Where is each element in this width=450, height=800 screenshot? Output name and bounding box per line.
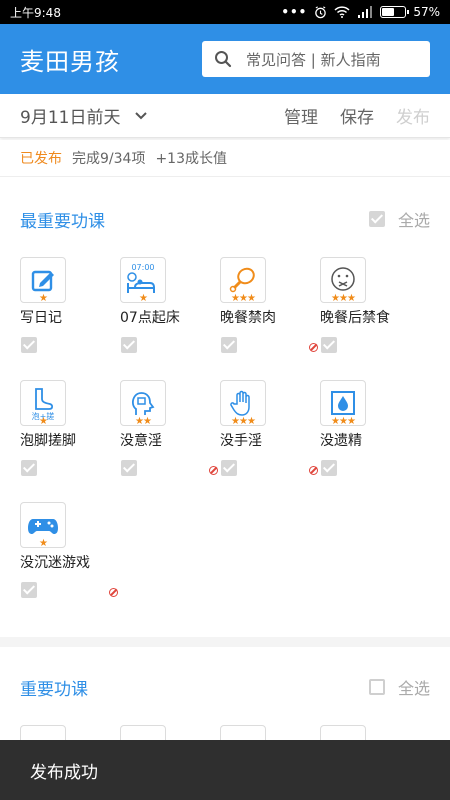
growth-value: +13成长值 — [155, 151, 227, 167]
date-label: 9月11日前天 — [20, 108, 121, 128]
star-rating: ★ — [39, 293, 48, 304]
chevron-down-icon — [135, 111, 148, 119]
forbidden-icon — [309, 343, 318, 352]
status-bar: 上午9:48 ••• 57% — [0, 0, 450, 24]
lesson-checkbox[interactable] — [221, 460, 237, 476]
section-header: 重要功课 全选 — [20, 675, 430, 700]
lesson-label: 没沉迷游戏 — [20, 555, 90, 571]
lesson-label: 写日记 — [20, 310, 62, 326]
search-box[interactable]: 常见问答 | 新人指南 — [202, 41, 430, 77]
completion-count: 完成9/34项 — [72, 151, 146, 167]
battery-icon — [380, 6, 410, 18]
lesson-tile[interactable] — [220, 725, 266, 740]
lesson-tile[interactable] — [120, 725, 166, 740]
lesson-tile[interactable] — [20, 725, 66, 740]
lesson-checkbox[interactable] — [21, 460, 37, 476]
app-title: 麦田男孩 — [20, 47, 120, 76]
manage-button[interactable]: 管理 — [284, 103, 318, 128]
toolbar-actions: 管理 保存 发布 — [284, 103, 430, 128]
alarm-time-text: 07:00 — [131, 263, 154, 272]
lesson-label: 07点起床 — [120, 310, 180, 326]
toast-message: 发布成功 — [0, 740, 450, 800]
signal-icon — [358, 6, 373, 18]
lesson-item[interactable]: ★★ 没意淫 — [120, 380, 220, 480]
lesson-item[interactable]: 07:00 ★ 07点起床 — [120, 257, 220, 357]
search-icon — [215, 51, 232, 68]
lesson-checkbox[interactable] — [21, 337, 37, 353]
star-rating: ★★★ — [331, 416, 356, 427]
status-icons: ••• 57% — [281, 5, 440, 19]
section-title: 最重要功课 — [20, 211, 105, 232]
lesson-checkbox[interactable] — [321, 337, 337, 353]
section-most-important: 最重要功课 全选 ★ 写日记 07:00 ★ 07点起床 ★★★ 晚餐禁肉 ★★… — [0, 177, 450, 637]
battery-percent: 57% — [413, 5, 440, 19]
search-placeholder: 常见问答 | 新人指南 — [246, 50, 381, 69]
forbidden-icon — [109, 588, 118, 597]
star-rating: ★ — [39, 538, 48, 549]
star-rating: ★★★ — [331, 293, 356, 304]
forbidden-icon — [209, 466, 218, 475]
star-rating: ★ — [39, 416, 48, 427]
lesson-checkbox[interactable] — [21, 582, 37, 598]
star-rating: ★★★ — [231, 293, 256, 304]
more-notifications-icon: ••• — [281, 5, 308, 19]
lesson-label: 没手淫 — [220, 433, 262, 449]
star-rating: ★★★ — [231, 416, 256, 427]
select-all-label: 全选 — [397, 679, 430, 698]
lesson-label: 没遗精 — [320, 433, 362, 449]
select-all-label: 全选 — [397, 211, 430, 230]
section-important: 重要功课 全选 — [0, 647, 450, 740]
forbidden-icon — [309, 466, 318, 475]
toolbar: 9月11日前天 管理 保存 发布 — [0, 94, 450, 138]
lesson-item[interactable]: 泡+搓 ★ 泡脚搓脚 — [20, 380, 120, 480]
lesson-item[interactable]: ★★★ 没遗精 — [320, 380, 420, 480]
lesson-label: 泡脚搓脚 — [20, 433, 76, 449]
alarm-icon — [315, 5, 327, 18]
select-all-checkbox[interactable] — [368, 679, 385, 695]
publish-button[interactable]: 发布 — [396, 103, 430, 128]
select-all-toggle[interactable]: 全选 — [368, 207, 430, 231]
section-header: 最重要功课 全选 — [20, 207, 430, 232]
star-rating: ★★ — [135, 416, 152, 427]
wifi-icon — [334, 6, 350, 18]
lesson-checkbox[interactable] — [221, 337, 237, 353]
section-title: 重要功课 — [20, 679, 88, 700]
lesson-checkbox[interactable] — [121, 337, 137, 353]
lesson-item[interactable]: ★★★ 晚餐禁肉 — [220, 257, 320, 357]
lesson-checkbox[interactable] — [121, 460, 137, 476]
select-all-toggle[interactable]: 全选 — [368, 675, 430, 699]
lesson-item[interactable]: ★ 写日记 — [20, 257, 120, 357]
status-time: 上午9:48 — [10, 5, 61, 20]
date-selector[interactable]: 9月11日前天 — [20, 103, 284, 128]
lesson-item[interactable]: ★★★ 没手淫 — [220, 380, 320, 480]
lesson-item[interactable]: ★ 没沉迷游戏 — [20, 502, 120, 602]
lesson-label: 晚餐禁肉 — [220, 310, 276, 326]
progress-summary: 已发布 完成9/34项 +13成长值 — [0, 140, 450, 177]
battery-level — [382, 8, 395, 16]
lesson-tile[interactable] — [320, 725, 366, 740]
app-header: 麦田男孩 常见问答 | 新人指南 — [0, 24, 450, 94]
select-all-checkbox[interactable] — [368, 211, 385, 227]
star-rating: ★ — [139, 293, 148, 304]
lesson-label: 没意淫 — [120, 433, 162, 449]
publish-status: 已发布 — [20, 151, 62, 167]
lesson-item[interactable]: ★★★ 晚餐后禁食 — [320, 257, 420, 357]
lesson-checkbox[interactable] — [321, 460, 337, 476]
lesson-list[interactable]: 最重要功课 全选 ★ 写日记 07:00 ★ 07点起床 ★★★ 晚餐禁肉 ★★… — [0, 177, 450, 740]
save-button[interactable]: 保存 — [340, 103, 374, 128]
lesson-label: 晚餐后禁食 — [320, 310, 390, 326]
